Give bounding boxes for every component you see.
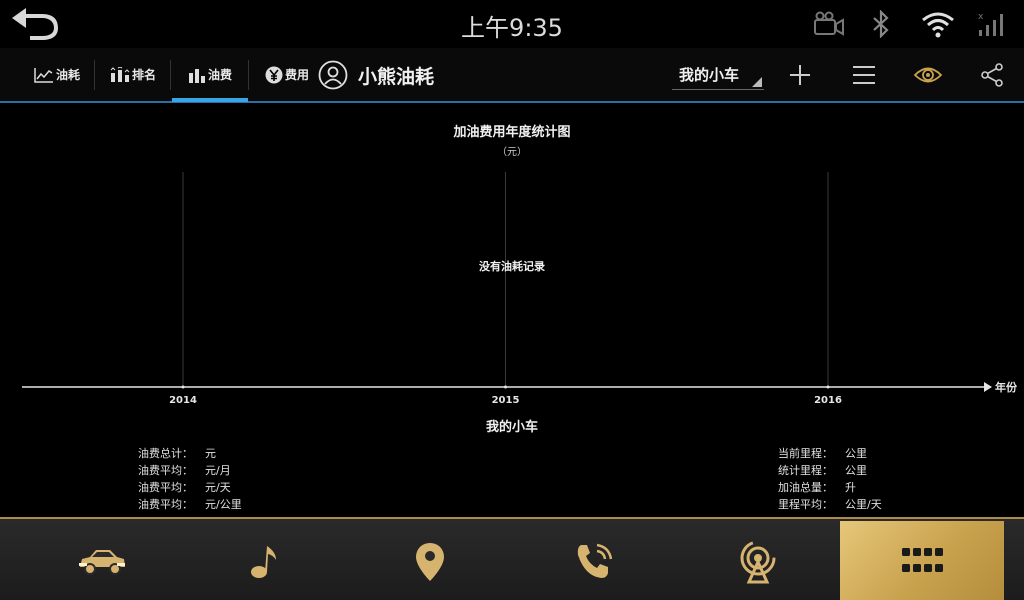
dock-music-button[interactable]: [184, 521, 348, 600]
status-bar: 上午9:35 x: [0, 0, 1024, 48]
active-tab-indicator: [172, 98, 248, 102]
apps-icon: [902, 547, 943, 572]
menu-icon[interactable]: [849, 60, 879, 90]
tab-label: 油耗: [55, 68, 80, 82]
stat-row: 油费平均： 元/天: [138, 479, 242, 496]
stat-value: 公里/天: [845, 498, 882, 511]
chart-tick-label: 2015: [492, 395, 520, 406]
stat-label: 统计里程：: [778, 464, 833, 477]
user-avatar-icon[interactable]: [318, 60, 348, 90]
stat-row: 油费平均： 元/公里: [138, 496, 242, 513]
car-select-value: 我的小车: [679, 66, 740, 84]
chart-tick-label: 2016: [814, 395, 842, 406]
dock-phone-button[interactable]: [512, 521, 676, 600]
bottom-dock: [0, 517, 1024, 600]
chart-tick-labels: 2014 2015 2016: [169, 395, 842, 406]
stats-right-panel: 当前里程： 公里 统计里程： 公里 加油总量： 升 里程平均： 公里/天: [778, 445, 882, 513]
stat-row: 油费总计： 元: [138, 445, 242, 462]
tab-label: 费用: [284, 68, 309, 82]
tab-label: 排名: [131, 68, 156, 82]
dock-car-button[interactable]: [20, 521, 184, 600]
chart-gridlines: [181, 172, 830, 389]
empty-chart-message: 没有油耗记录: [479, 260, 545, 273]
stat-label: 油费平均：: [138, 481, 193, 494]
music-icon: [251, 545, 276, 578]
stat-value: 元/月: [205, 464, 231, 477]
eye-icon[interactable]: [913, 60, 943, 90]
stat-row: 统计里程： 公里: [778, 462, 882, 479]
car-name-heading: 我的小车: [485, 420, 538, 435]
tab-divider: [248, 60, 249, 90]
stat-label: 油费总计：: [138, 447, 193, 460]
stat-value: 元/公里: [205, 498, 242, 511]
tab-label: 油费: [207, 68, 232, 82]
location-icon: [416, 542, 444, 581]
app-title: 小熊油耗: [358, 66, 435, 88]
stat-row: 里程平均： 公里/天: [778, 496, 882, 513]
stat-label: 里程平均：: [778, 498, 833, 511]
svg-text:x: x: [978, 12, 984, 22]
chart-title: 加油费用年度统计图: [453, 125, 571, 140]
stat-value: 公里: [845, 464, 867, 477]
chart-unit: （元）: [497, 147, 527, 158]
car-icon: [79, 549, 125, 575]
tab-divider: [94, 60, 95, 90]
bar-chart-icon: [188, 68, 205, 83]
chart-area: 2014 2015 2016 年份: [22, 172, 1018, 406]
tab-fuel-consumption[interactable]: 油耗: [30, 48, 84, 101]
stats-left-panel: 油费总计： 元 油费平均： 元/月 油费平均： 元/天 油费平均： 元/公里: [138, 445, 242, 513]
dock-navigation-button[interactable]: [348, 521, 512, 600]
dock-radio-button[interactable]: [676, 521, 840, 600]
ranking-icon: [110, 66, 130, 82]
radio-icon: [740, 540, 776, 583]
stat-row: 当前里程： 公里: [778, 445, 882, 462]
stat-label: 加油总量：: [778, 481, 833, 494]
wifi-icon: [922, 12, 954, 38]
stat-value: 元/天: [205, 481, 231, 494]
tab-ranking[interactable]: 排名: [106, 48, 160, 101]
camera-icon: [814, 11, 844, 36]
stat-label: 当前里程：: [778, 447, 833, 460]
dropdown-triangle-icon: [752, 77, 762, 87]
share-icon[interactable]: [977, 60, 1007, 90]
add-icon[interactable]: [785, 60, 815, 90]
phone-icon: [577, 543, 613, 578]
tab-divider: [170, 60, 171, 90]
dock-apps-button[interactable]: [840, 521, 1004, 600]
tab-fuel-cost[interactable]: 油费: [180, 48, 240, 101]
tab-expenses[interactable]: 费用: [260, 48, 314, 101]
car-select-dropdown[interactable]: 我的小车: [672, 58, 764, 90]
stat-row: 加油总量： 升: [778, 479, 882, 496]
line-chart-icon: [34, 67, 53, 83]
stat-value: 升: [845, 481, 856, 494]
stat-label: 油费平均：: [138, 498, 193, 511]
stat-value: 元: [205, 447, 216, 460]
bluetooth-icon: [873, 10, 889, 38]
chart-tick-label: 2014: [169, 395, 197, 406]
x-axis-label: 年份: [995, 380, 1018, 394]
x-axis-arrow-icon: [984, 382, 992, 392]
stat-label: 油费平均：: [138, 464, 193, 477]
stat-value: 公里: [845, 447, 867, 460]
signal-icon: x: [978, 12, 1003, 36]
stat-row: 油费平均： 元/月: [138, 462, 242, 479]
yen-icon: [265, 66, 283, 83]
tab-bar: 油耗 排名 油费 费用 小熊油耗 我的小车: [0, 48, 1024, 103]
